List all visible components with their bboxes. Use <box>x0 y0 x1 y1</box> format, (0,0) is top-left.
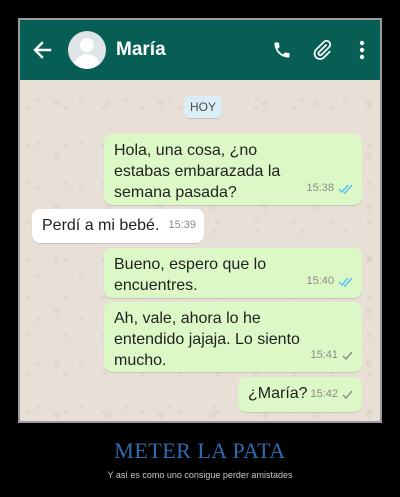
date-separator: HOY <box>184 96 222 118</box>
message-meta: 15:40 <box>306 271 354 292</box>
message-meta: 15:41 <box>310 345 354 366</box>
avatar-icon[interactable] <box>68 31 106 69</box>
chat-header: María <box>20 20 380 80</box>
chat-screenshot: María HOY Hola, una cosa, ¿no estabas em… <box>18 18 382 423</box>
message-time: 15:41 <box>310 349 338 361</box>
check-delivered-icon <box>342 351 354 361</box>
double-check-read-icon <box>338 184 354 194</box>
message-list: HOY Hola, una cosa, ¿no estabas embaraza… <box>20 80 380 421</box>
caption-title: METER LA PATA <box>114 438 286 463</box>
contact-name[interactable]: María <box>116 39 166 61</box>
message-meta: 15:39 <box>168 215 196 236</box>
message-meta: 15:42 <box>310 384 354 405</box>
double-check-read-icon <box>338 277 354 287</box>
message-bubble-outgoing[interactable]: Ah, vale, ahora lo he entendido jajaja. … <box>104 302 362 372</box>
more-vert-icon[interactable] <box>350 38 374 62</box>
caption-subtitle: Y así es como uno consigue perder amista… <box>107 470 293 480</box>
message-bubble-outgoing[interactable]: ¿María? 15:42 <box>238 377 362 412</box>
phone-icon[interactable] <box>270 38 294 62</box>
message-time: 15:38 <box>306 182 334 194</box>
message-time: 15:40 <box>306 275 334 287</box>
check-delivered-icon <box>342 390 354 400</box>
message-bubble-incoming[interactable]: Perdí a mi bebé. 15:39 <box>32 209 204 243</box>
message-meta: 15:38 <box>306 178 354 199</box>
message-bubble-outgoing[interactable]: Bueno, espero que lo encuentres. 15:40 <box>104 248 362 298</box>
poster-caption: METER LA PATA Y así es como uno consigue… <box>0 438 400 480</box>
message-bubble-outgoing[interactable]: Hola, una cosa, ¿no estabas embarazada l… <box>104 134 362 205</box>
back-arrow-icon[interactable] <box>30 38 54 62</box>
paperclip-icon[interactable] <box>310 38 334 62</box>
message-time: 15:39 <box>168 219 196 231</box>
message-time: 15:42 <box>310 388 338 400</box>
